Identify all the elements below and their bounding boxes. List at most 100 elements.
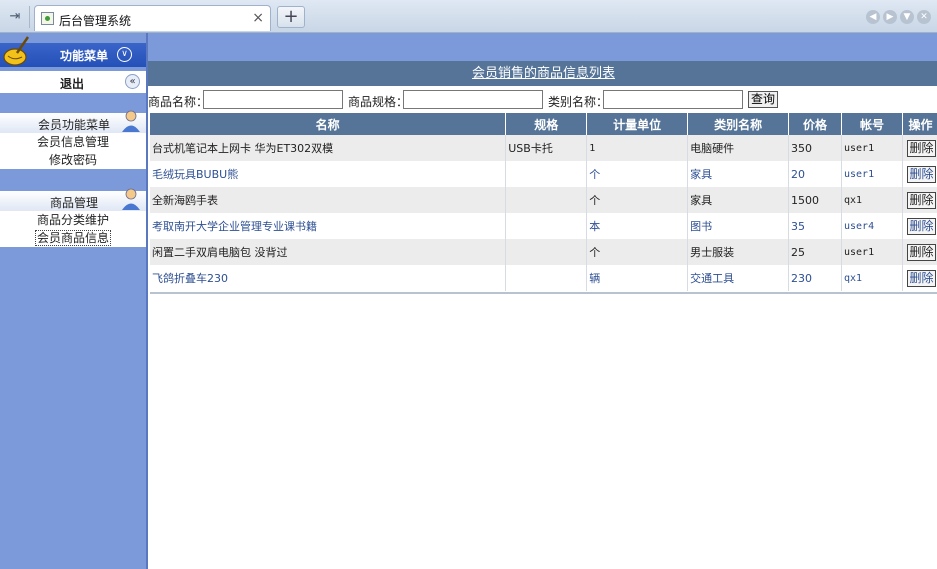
search-bar: 商品名称： 商品规格： 类别名称： 查询 xyxy=(148,89,937,111)
cell-name: 全新海鸥手表 xyxy=(150,187,507,213)
cell-price: 35 xyxy=(788,213,842,239)
forward-circle-icon[interactable]: ▶ xyxy=(883,10,897,24)
cell-account: user1 xyxy=(841,135,903,161)
cell-action: 删除 xyxy=(902,213,937,239)
logout-button[interactable]: 退出 « xyxy=(0,71,146,93)
cell-action: 删除 xyxy=(902,187,937,213)
chevron-down-icon[interactable]: ∨ xyxy=(117,47,132,62)
delete-button[interactable]: 删除 xyxy=(906,191,936,209)
tab-close-icon[interactable]: × xyxy=(252,10,264,26)
cell-name: 考取南开大学企业管理专业课书籍 xyxy=(150,213,507,239)
main-top-band xyxy=(148,33,937,61)
cell-price: 230 xyxy=(788,265,842,291)
cell-unit: 辆 xyxy=(586,265,689,291)
member-menu-header[interactable]: 会员功能菜单 xyxy=(0,110,146,133)
header-unit: 计量单位 xyxy=(586,113,689,135)
cell-category: 男士服装 xyxy=(687,239,790,265)
delete-button[interactable]: 删除 xyxy=(906,217,936,235)
header-action: 操作 xyxy=(902,113,937,135)
table-row: 全新海鸥手表 个 家具 1500 qx1 删除 xyxy=(150,187,937,213)
header-account: 帐号 xyxy=(841,113,903,135)
table-bottom-rule xyxy=(150,292,937,294)
close-circle-icon[interactable]: ✕ xyxy=(917,10,931,24)
query-button[interactable]: 查询 xyxy=(748,91,778,108)
sidebar-item-change-password[interactable]: 修改密码 xyxy=(0,151,146,169)
broom-icon xyxy=(3,36,30,66)
cell-price: 350 xyxy=(788,135,842,161)
tab-separator xyxy=(29,6,30,28)
cell-name: 毛绒玩具BUBU熊 xyxy=(150,161,507,187)
collapse-left-icon[interactable]: « xyxy=(125,74,140,89)
delete-button[interactable]: 删除 xyxy=(906,165,936,183)
delete-button[interactable]: 删除 xyxy=(906,269,936,287)
cell-account: user4 xyxy=(841,213,903,239)
header-price: 价格 xyxy=(788,113,842,135)
cell-unit: 本 xyxy=(586,213,689,239)
tab-title: 后台管理系统 xyxy=(59,14,132,28)
cell-spec xyxy=(505,187,588,213)
cell-price: 1500 xyxy=(788,187,842,213)
cell-action: 删除 xyxy=(902,161,937,187)
sidebar-toggle-icon[interactable]: ⇥ xyxy=(6,9,24,25)
sidebar-item-member-info[interactable]: 会员信息管理 xyxy=(0,133,146,151)
sidebar-item-member-goods[interactable]: 会员商品信息 xyxy=(0,229,146,247)
spec-search-input[interactable] xyxy=(403,90,543,109)
user-icon xyxy=(122,110,140,132)
menu-title: 功能菜单 xyxy=(60,49,109,63)
cell-unit: 个 xyxy=(586,161,689,187)
category-search-input[interactable] xyxy=(603,90,743,109)
cell-name: 闲置二手双肩电脑包 没背过 xyxy=(150,239,507,265)
delete-button[interactable]: 删除 xyxy=(906,243,936,261)
new-tab-button[interactable]: + xyxy=(277,6,305,28)
page-favicon-icon xyxy=(41,12,54,25)
cell-category: 电脑硬件 xyxy=(687,135,790,161)
logout-label: 退出 xyxy=(60,77,85,91)
browser-tab[interactable]: 后台管理系统 × xyxy=(34,5,271,31)
sidebar-item-category-maintenance[interactable]: 商品分类维护 xyxy=(0,211,146,229)
header-name: 名称 xyxy=(150,113,507,135)
cell-spec xyxy=(505,239,588,265)
header-category: 类别名称 xyxy=(687,113,790,135)
user-icon xyxy=(122,188,140,210)
page-title[interactable]: 会员销售的商品信息列表 xyxy=(472,66,615,81)
cell-unit: 1 xyxy=(586,135,689,161)
goods-menu-panel: 商品管理 商品分类维护 会员商品信息 xyxy=(0,188,146,247)
cell-unit: 个 xyxy=(586,187,689,213)
cell-name: 飞鸽折叠车230 xyxy=(150,265,507,291)
sidebar: 功能菜单 ∨ 退出 « 会员功能菜单 会员信息管理 修改密码 商品管理 商品分类… xyxy=(0,33,146,569)
cell-spec xyxy=(505,161,588,187)
back-circle-icon[interactable]: ◀ xyxy=(866,10,880,24)
browser-tab-bar: ⇥ 后台管理系统 × + ◀ ▶ ▼ ✕ xyxy=(0,0,937,33)
cell-account: qx1 xyxy=(841,265,903,291)
table-row: 考取南开大学企业管理专业课书籍 本 图书 35 user4 删除 xyxy=(150,213,937,239)
dropdown-circle-icon[interactable]: ▼ xyxy=(900,10,914,24)
table-row: 毛绒玩具BUBU熊 个 家具 20 user1 删除 xyxy=(150,161,937,187)
cell-account: qx1 xyxy=(841,187,903,213)
cell-spec: USB卡托 xyxy=(505,135,588,161)
cell-unit: 个 xyxy=(586,239,689,265)
cell-category: 图书 xyxy=(687,213,790,239)
spec-label: 商品规格： xyxy=(348,95,409,109)
header-spec: 规格 xyxy=(505,113,588,135)
menu-header: 功能菜单 ∨ xyxy=(0,36,146,67)
cell-account: user1 xyxy=(841,239,903,265)
goods-menu-title: 商品管理 xyxy=(50,196,99,210)
cell-price: 25 xyxy=(788,239,842,265)
list-title-bar: 会员销售的商品信息列表 xyxy=(148,61,937,86)
main-content: 会员销售的商品信息列表 商品名称： 商品规格： 类别名称： 查询 名称 规格 计… xyxy=(146,33,937,569)
cell-category: 交通工具 xyxy=(687,265,790,291)
cell-account: user1 xyxy=(841,161,903,187)
name-search-input[interactable] xyxy=(203,90,343,109)
delete-button[interactable]: 删除 xyxy=(906,139,936,157)
name-label: 商品名称： xyxy=(148,95,209,109)
category-label: 类别名称： xyxy=(548,95,609,109)
cell-spec xyxy=(505,265,588,291)
table-row: 飞鸽折叠车230 辆 交通工具 230 qx1 删除 xyxy=(150,265,937,291)
cell-name: 台式机笔记本上网卡 华为ET302双模 xyxy=(150,135,507,161)
goods-menu-header[interactable]: 商品管理 xyxy=(0,188,146,211)
cell-action: 删除 xyxy=(902,265,937,291)
cell-action: 删除 xyxy=(902,239,937,265)
member-menu-title: 会员功能菜单 xyxy=(38,118,111,132)
table-row: 台式机笔记本上网卡 华为ET302双模 USB卡托 1 电脑硬件 350 use… xyxy=(150,135,937,161)
cell-category: 家具 xyxy=(687,161,790,187)
